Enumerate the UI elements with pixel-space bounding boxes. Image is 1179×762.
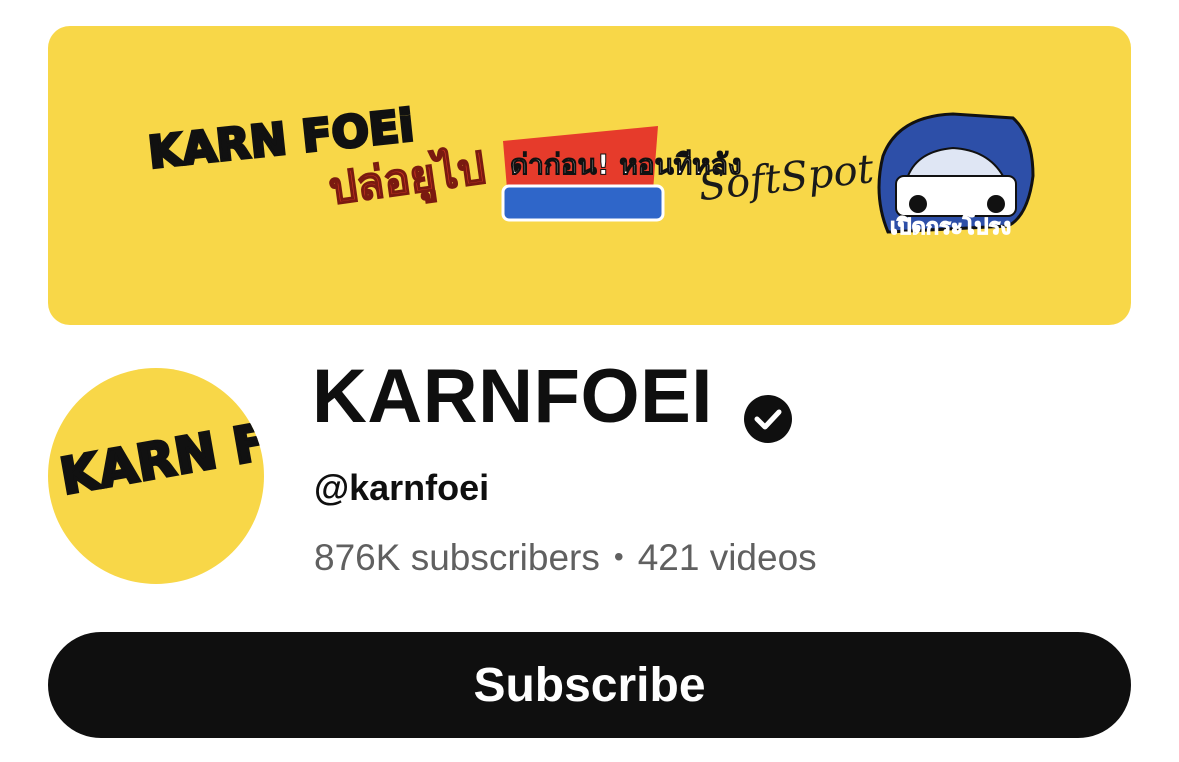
svg-text:เปิดกระโปรง: เปิดกระโปรง [890,213,1011,240]
channel-handle: @karnfoei [314,467,490,508]
channel-name: KARNFOEI [312,354,713,439]
channel-stats: 876K subscribers • 421 videos [314,536,817,583]
verified-badge-icon [743,374,793,443]
car-badge-icon: เปิดกระโปรง [877,112,1035,241]
banner-logos: KARN FOEi ปล่อยูไป ด่าก่อน! หอนทีหลัง So… [144,99,1035,241]
separator-dot: • [613,541,624,572]
video-count: 421 videos [637,537,817,578]
subscriber-count: 876K subscribers [314,537,600,578]
svg-text:KARN FOEi: KARN FOEi [56,396,264,506]
channel-title: KARNFOEI [312,352,793,443]
channel-avatar[interactable]: KARN FOEi [48,368,264,584]
subscribe-button[interactable]: Subscribe [48,632,1131,738]
karnfoei-logo-icon: KARN FOEi [54,395,264,508]
channel-banner: KARN FOEi ปล่อยูไป ด่าก่อน! หอนทีหลัง So… [48,26,1131,325]
